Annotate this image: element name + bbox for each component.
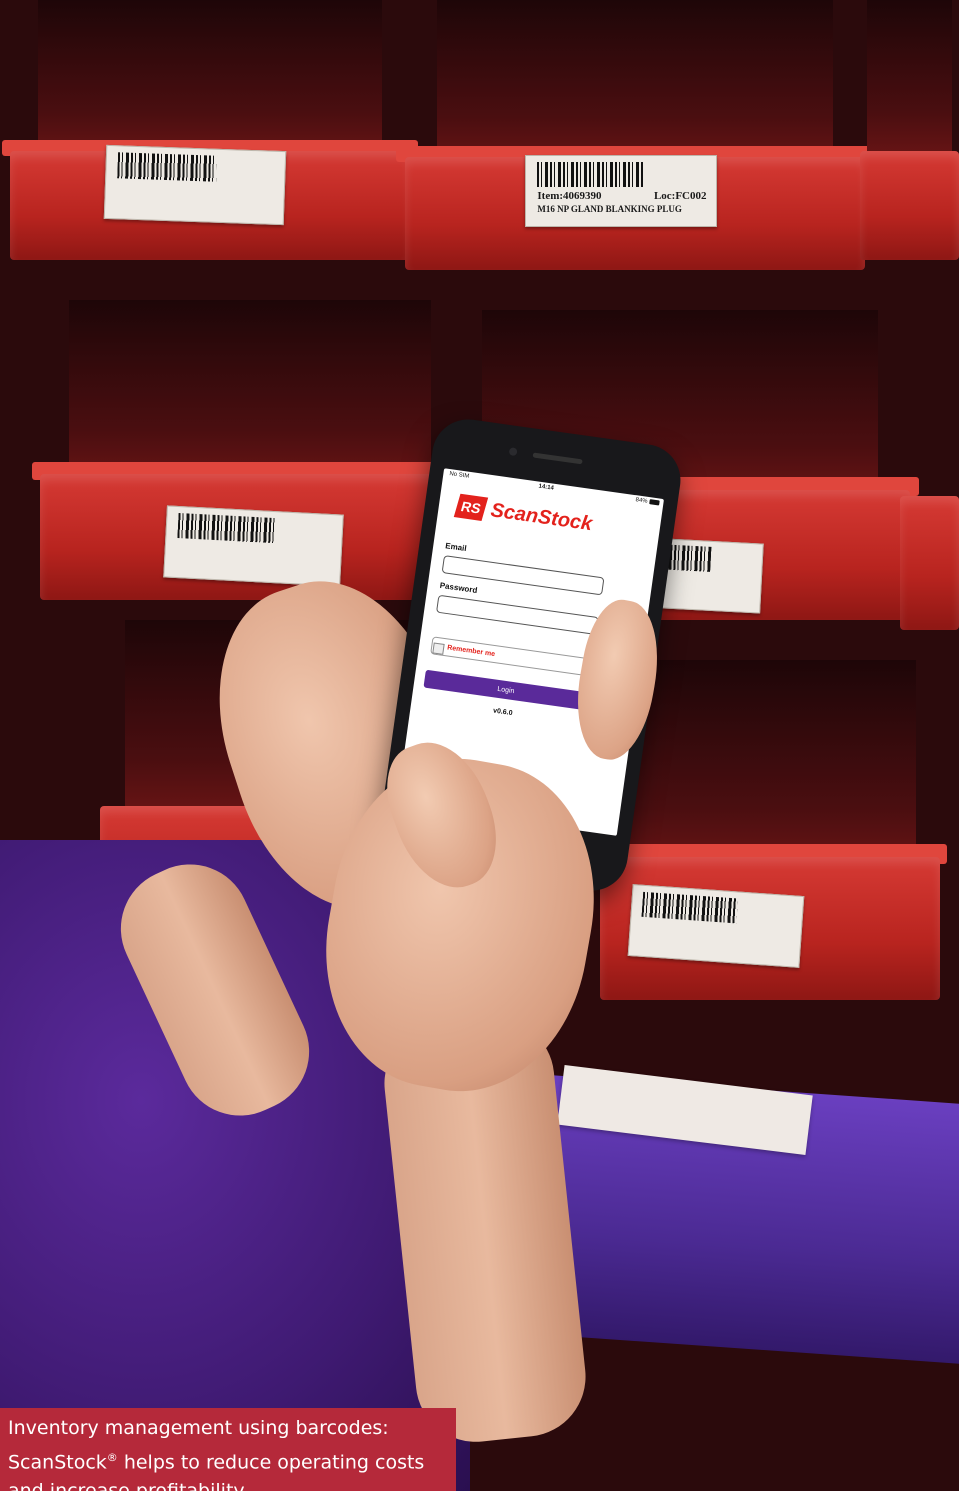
bin-label bbox=[163, 505, 344, 587]
storage-bin bbox=[900, 310, 959, 630]
bin-label bbox=[627, 884, 805, 968]
bin-label bbox=[103, 144, 287, 226]
bin-label-item: Item:4069390 bbox=[537, 189, 602, 202]
front-camera-icon bbox=[508, 447, 518, 457]
battery-text: 84% bbox=[635, 497, 648, 505]
password-field[interactable] bbox=[435, 594, 599, 636]
bin-label-loc: Loc:FC002 bbox=[653, 189, 707, 202]
rs-logo-badge: RS bbox=[453, 493, 489, 521]
caption-line-1: Inventory management using barcodes: bbox=[8, 1417, 389, 1439]
bin-label: Item:4069390 Loc:FC002 M16 NP GLAND BLAN… bbox=[525, 155, 717, 227]
bin-label-description: M16 NP GLAND BLANKING PLUG bbox=[537, 203, 682, 214]
carrier-text: No SIM bbox=[448, 471, 470, 480]
photo-scene: Item:4069390 Loc:FC002 M16 NP GLAND BLAN… bbox=[0, 0, 959, 1491]
photo-caption: Inventory management using barcodes: Sca… bbox=[0, 1408, 456, 1491]
login-button-label: Login bbox=[496, 685, 515, 695]
storage-bin bbox=[395, 0, 875, 270]
remember-row bbox=[430, 636, 594, 677]
battery-icon bbox=[649, 499, 660, 506]
remember-me-checkbox[interactable] bbox=[432, 642, 445, 655]
caption-line-3: and increase profitability. bbox=[8, 1477, 448, 1491]
speaker-grille bbox=[532, 452, 583, 465]
email-label: Email bbox=[444, 541, 468, 554]
status-time: 14:14 bbox=[538, 483, 555, 492]
storage-bin bbox=[860, 0, 959, 260]
password-label: Password bbox=[439, 580, 478, 595]
brand-name: ScanStock bbox=[489, 498, 594, 535]
scanstock-logo: RS ScanStock bbox=[453, 493, 594, 538]
caption-line-2: ScanStock® helps to reduce operating cos… bbox=[8, 1451, 425, 1474]
